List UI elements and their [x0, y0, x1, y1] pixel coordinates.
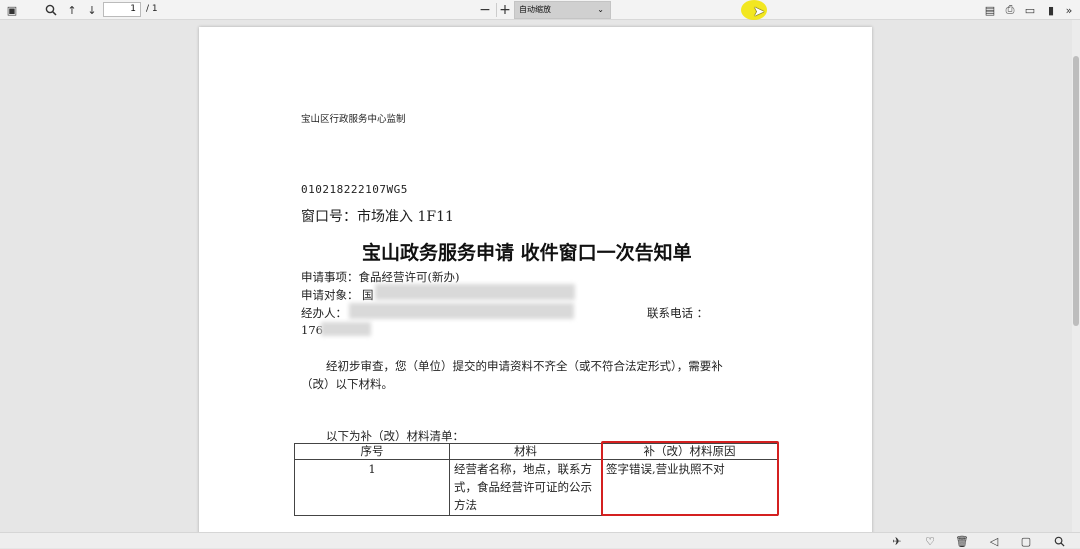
zoom-in-icon[interactable]: +: [497, 2, 513, 18]
arrow-up-icon[interactable]: ↑: [64, 2, 80, 18]
notice-line-1: 经初步审查，您（单位）提交的申请资料不齐全（或不符合法定形式），需要补: [326, 359, 723, 373]
row-number: 1: [294, 459, 450, 516]
pdf-page: 宝山区行政服务中心监制 010218222107WG5 窗口号：市场准入 1F1…: [199, 27, 872, 532]
window-number: 窗口号：市场准入 1F11: [301, 209, 454, 225]
presentation-icon[interactable]: ▤: [982, 2, 998, 18]
agent-label: 经办人：: [301, 306, 347, 320]
volume-icon[interactable]: ◁: [986, 533, 1002, 549]
zoom-out-icon[interactable]: −: [477, 2, 493, 18]
search-icon[interactable]: [43, 2, 59, 18]
arrow-down-icon[interactable]: ↓: [84, 2, 100, 18]
heart-pulse-icon[interactable]: ♡: [922, 533, 938, 549]
applicant-label: 申请对象：: [301, 288, 359, 302]
sidebar-toggle-icon[interactable]: ▣: [4, 2, 20, 18]
phone-value: 176: [301, 323, 323, 337]
column-header: 序号: [294, 443, 450, 460]
search-icon[interactable]: [1051, 533, 1067, 549]
mouse-cursor-icon: ➤: [753, 4, 765, 20]
highlight-box: [601, 441, 779, 516]
notice-line-2: （改）以下材料。: [301, 377, 393, 391]
more-tools-icon[interactable]: »: [1061, 2, 1077, 18]
phone-label: 联系电话 ：: [647, 306, 709, 320]
trash-icon[interactable]: 🗑: [954, 533, 970, 549]
column-header: 材料: [449, 443, 602, 460]
pdf-toolbar: ▣ ↑ ↓ 1 / 1 − + 自动缩放 ⌄ ➤ ▤ ⎙ ▭ ▮ »: [0, 0, 1080, 20]
page-number-input[interactable]: 1: [103, 2, 141, 17]
vertical-scrollbar[interactable]: [1072, 20, 1080, 532]
list-heading: 以下为补（改）材料清单：: [326, 429, 464, 443]
rocket-icon[interactable]: ✈: [889, 533, 905, 549]
application-item: 申请事项：食品经营许可(新办): [301, 270, 460, 284]
header-note: 宝山区行政服务中心监制: [301, 114, 406, 125]
page-total-label: / 1: [146, 4, 158, 14]
bookmark-icon[interactable]: ▮: [1043, 2, 1059, 18]
redaction-blur: [349, 303, 574, 319]
applicant-value: 国: [362, 288, 374, 302]
row-material: 经营者名称，地点，联系方式，食品经营许可证的公示方法: [449, 459, 602, 516]
document-viewport[interactable]: 宝山区行政服务中心监制 010218222107WG5 窗口号：市场准入 1F1…: [0, 20, 1072, 532]
print-icon[interactable]: ⎙: [1002, 2, 1018, 18]
window-icon[interactable]: ▢: [1018, 533, 1034, 549]
zoom-select[interactable]: 自动缩放 ⌄: [514, 1, 611, 19]
bottom-toolbar: ✈ ♡ 🗑 ◁ ▢: [0, 532, 1080, 548]
document-code: 010218222107WG5: [301, 183, 408, 196]
open-file-icon[interactable]: ▭: [1022, 2, 1038, 18]
zoom-select-value: 自动缩放: [519, 5, 551, 14]
scrollbar-thumb[interactable]: [1073, 56, 1079, 326]
redaction-blur: [375, 284, 575, 300]
document-title: 宝山政务服务申请 收件窗口一次告知单: [362, 242, 692, 264]
chevron-down-icon: ⌄: [597, 5, 604, 14]
redaction-blur: [321, 322, 371, 336]
